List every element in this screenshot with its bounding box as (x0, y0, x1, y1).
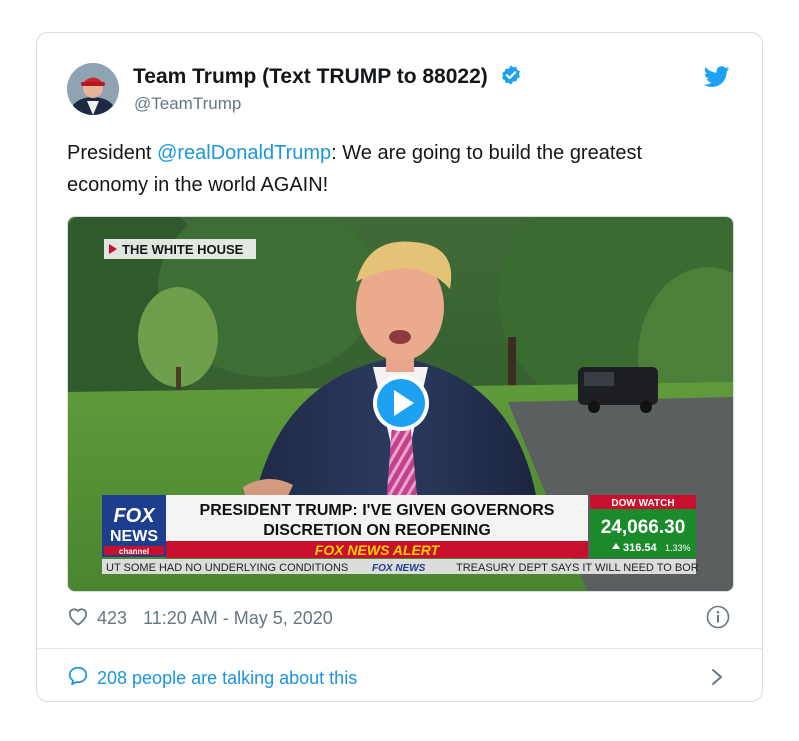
dow-label: DOW WATCH (611, 498, 674, 509)
play-icon[interactable] (373, 375, 429, 431)
divider (37, 648, 762, 649)
avatar[interactable] (67, 63, 119, 115)
timestamp[interactable]: 11:20 AM - May 5, 2020 (143, 608, 333, 629)
location-tag: THE WHITE HOUSE (122, 242, 244, 257)
headline-line2: DISCRETION ON REOPENING (263, 522, 491, 539)
speech-bubble-icon (67, 665, 89, 692)
tweet-text-prefix: President (67, 142, 158, 164)
tweet-meta: 423 11:20 AM - May 5, 2020 (67, 606, 333, 631)
conversation-link[interactable]: 208 people are talking about this (67, 665, 357, 692)
conversation-text: 208 people are talking about this (97, 668, 358, 688)
ticker-mid: FOX NEWS (372, 563, 426, 574)
display-name-text: Team Trump (Text TRUMP to 88022) (133, 65, 488, 88)
fox-logo-line1: FOX (113, 505, 156, 527)
chevron-right-icon[interactable] (710, 667, 724, 692)
fox-logo-line3: channel (119, 547, 149, 556)
ticker-right: TREASURY DEPT SAYS IT WILL NEED TO BOR (456, 562, 699, 574)
mention-link[interactable]: @realDonaldTrump (157, 142, 331, 164)
display-name[interactable]: Team Trump (Text TRUMP to 88022) (133, 64, 522, 92)
ticker-left: UT SOME HAD NO UNDERLYING CONDITIONS (106, 562, 348, 574)
dow-pct: 1.33% (665, 543, 691, 553)
twitter-bird-icon[interactable] (703, 66, 730, 93)
tweet-card: Team Trump (Text TRUMP to 88022) @TeamTr… (36, 32, 763, 702)
news-alert: FOX NEWS ALERT (315, 542, 441, 558)
info-icon[interactable] (706, 605, 730, 634)
heart-icon[interactable] (67, 606, 89, 631)
handle[interactable]: @TeamTrump (134, 94, 241, 114)
dow-change: 316.54 (623, 542, 658, 554)
headline-line1: PRESIDENT TRUMP: I'VE GIVEN GOVERNORS (200, 502, 555, 519)
fox-logo-line2: NEWS (110, 528, 158, 545)
video-player[interactable]: THE WHITE HOUSE FOX NEWS channel PRESIDE… (67, 216, 734, 592)
tweet-text: President @realDonaldTrump: We are going… (67, 137, 727, 201)
dow-value: 24,066.30 (601, 517, 686, 538)
video-thumbnail: THE WHITE HOUSE FOX NEWS channel PRESIDE… (68, 217, 733, 591)
verified-badge-icon (500, 64, 522, 92)
like-count[interactable]: 423 (97, 608, 127, 629)
